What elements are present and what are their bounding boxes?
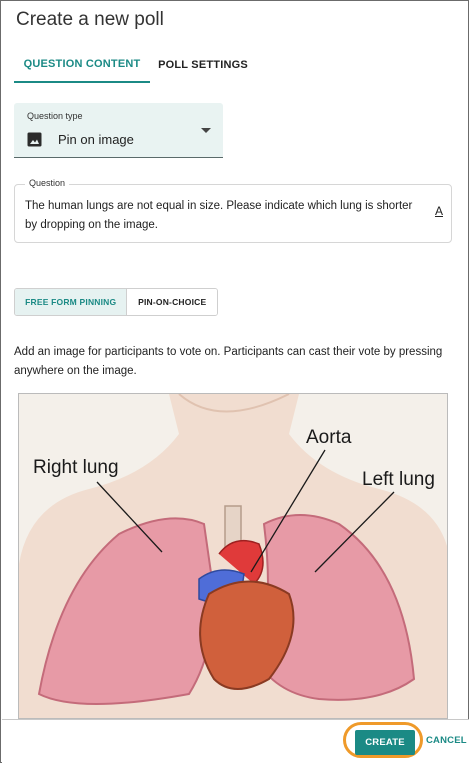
- question-type-label: Question type: [27, 111, 83, 121]
- tab-question-content[interactable]: QUESTION CONTENT: [14, 47, 150, 83]
- pin-mode-toggle: FREE FORM PINNING PIN-ON-CHOICE: [14, 288, 218, 316]
- free-form-pinning-button[interactable]: FREE FORM PINNING: [15, 289, 128, 315]
- dropdown-arrow-icon[interactable]: [201, 128, 211, 133]
- tab-bar: QUESTION CONTENT POLL SETTINGS: [14, 47, 454, 83]
- tab-poll-settings[interactable]: POLL SETTINGS: [150, 47, 256, 83]
- image-icon: [27, 132, 42, 147]
- dialog-footer: CREATE CANCEL: [2, 719, 469, 763]
- cancel-button[interactable]: CANCEL: [426, 735, 467, 746]
- poll-image[interactable]: Right lung Aorta Left lung: [18, 393, 448, 719]
- question-label: Question: [25, 178, 70, 188]
- left-lung-label: Left lung: [362, 469, 435, 490]
- pin-on-choice-button[interactable]: PIN-ON-CHOICE: [127, 289, 217, 315]
- text-format-icon[interactable]: A: [435, 204, 443, 218]
- right-lung-label: Right lung: [33, 457, 119, 478]
- question-field[interactable]: Question The human lungs are not equal i…: [14, 178, 452, 243]
- question-text[interactable]: The human lungs are not equal in size. P…: [25, 197, 415, 235]
- question-type-select[interactable]: Question type Pin on image: [14, 103, 223, 158]
- dialog-title: Create a new poll: [16, 9, 164, 30]
- question-type-value: Pin on image: [58, 132, 134, 147]
- instructions-text: Add an image for participants to vote on…: [14, 346, 443, 377]
- create-button[interactable]: CREATE: [355, 730, 415, 755]
- aorta-label: Aorta: [306, 427, 352, 448]
- poll-dialog: Create a new poll QUESTION CONTENT POLL …: [0, 0, 469, 763]
